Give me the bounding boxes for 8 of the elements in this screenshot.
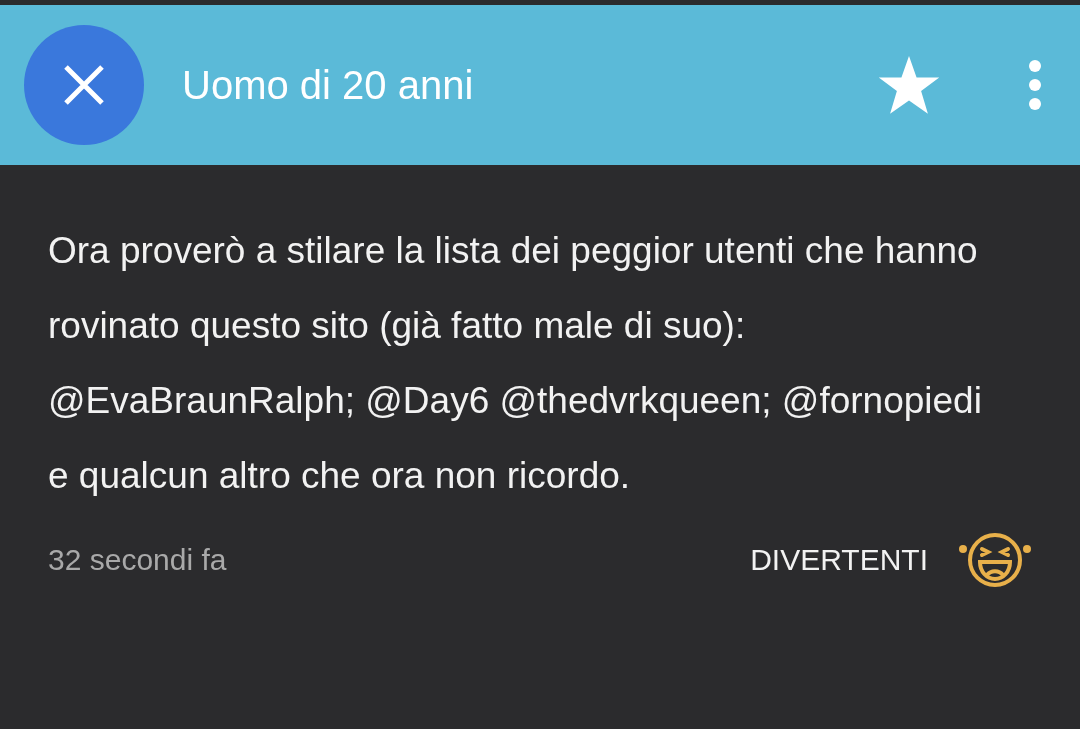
post-text: Ora proverò a stilare la lista dei peggior utenti che hanno rovinato questo sito (già fatto male di suo): @EvaBraunRalph; @Day6 @thedvrkqueen; @fornopiedi e qualcun altro che ora non ricordo.	[48, 229, 983, 498]
laughing-face-icon	[958, 531, 1032, 589]
close-icon	[62, 63, 106, 107]
header-title: Uomo di 20 anni	[182, 62, 475, 108]
star-icon[interactable]	[878, 56, 940, 114]
post-time: 32 secondi fa	[48, 543, 228, 577]
more-options-icon[interactable]	[1028, 59, 1042, 111]
reaction-label: DIVERTENTI	[750, 543, 928, 577]
